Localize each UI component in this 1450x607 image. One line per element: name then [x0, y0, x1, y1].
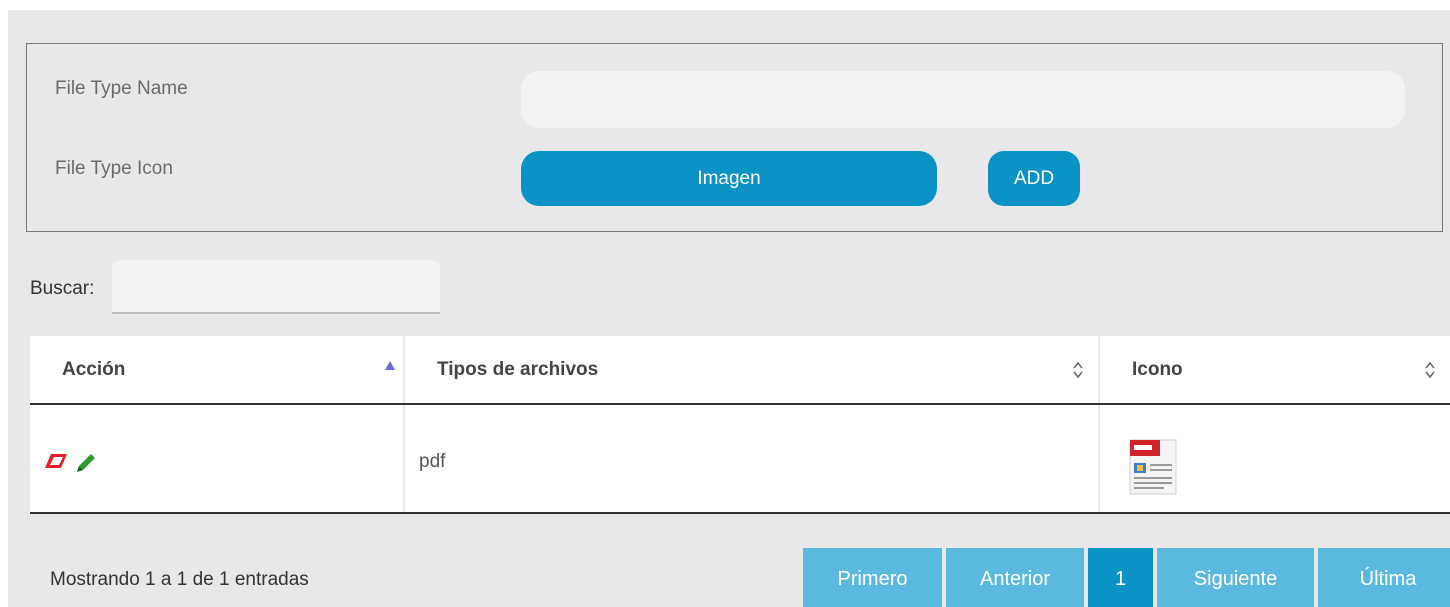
- content-panel: File Type Name File Type Icon Imagen ADD…: [8, 10, 1450, 607]
- pagination-previous[interactable]: Anterior: [946, 548, 1084, 607]
- image-upload-button[interactable]: Imagen: [521, 151, 937, 206]
- file-type-form: File Type Name File Type Icon Imagen ADD: [26, 43, 1443, 232]
- column-header-label: Acción: [62, 358, 126, 380]
- pdf-file-icon: [1129, 439, 1177, 495]
- table-row: pdf: [30, 405, 1450, 514]
- table-header: Acción Tipos de archivos Icono: [30, 336, 1450, 405]
- pagination-last[interactable]: Última: [1318, 548, 1450, 607]
- search-label: Buscar:: [30, 278, 95, 299]
- column-header-label: Tipos de archivos: [437, 358, 599, 380]
- sort-both-icon: [1425, 361, 1435, 379]
- file-type-cell: pdf: [405, 405, 1100, 512]
- table-info: Mostrando 1 a 1 de 1 entradas: [50, 569, 309, 590]
- add-button[interactable]: ADD: [988, 151, 1080, 206]
- search-input[interactable]: [112, 260, 440, 314]
- pagination-page-1[interactable]: 1: [1088, 548, 1153, 607]
- file-type-name-label: File Type Name: [55, 78, 188, 99]
- pencil-icon[interactable]: [76, 453, 96, 473]
- sort-both-icon: [1073, 361, 1083, 379]
- column-header-icono[interactable]: Icono: [1100, 336, 1450, 403]
- pagination-first[interactable]: Primero: [803, 548, 942, 607]
- sort-ascending-icon: [385, 361, 395, 370]
- file-type-icon-label: File Type Icon: [55, 158, 173, 179]
- action-cell: [30, 405, 405, 512]
- file-type-name-input[interactable]: [521, 71, 1405, 128]
- column-header-label: Icono: [1132, 358, 1183, 380]
- column-header-tipos[interactable]: Tipos de archivos: [405, 336, 1100, 403]
- file-type-value: pdf: [419, 451, 446, 472]
- file-types-table: Acción Tipos de archivos Icono pdf: [30, 336, 1450, 514]
- icon-cell: [1100, 405, 1450, 512]
- column-header-accion[interactable]: Acción: [30, 336, 405, 403]
- eraser-icon[interactable]: [44, 453, 68, 469]
- pagination-next[interactable]: Siguiente: [1157, 548, 1314, 607]
